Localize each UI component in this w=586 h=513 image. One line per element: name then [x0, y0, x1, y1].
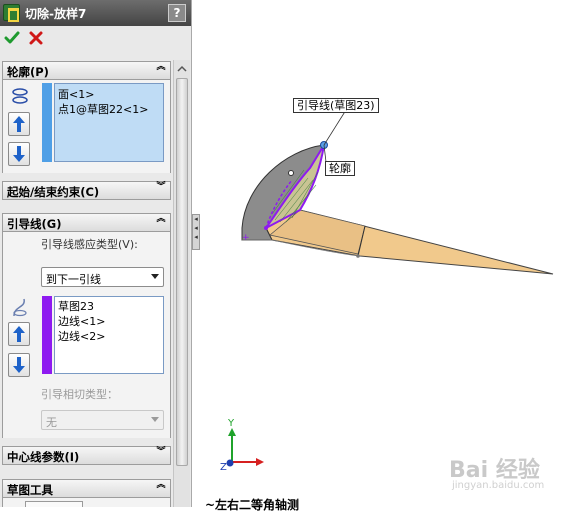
- guide-sense-value: 到下一引线: [46, 273, 101, 286]
- guide-curve-icon: [13, 298, 27, 317]
- arrow-up-icon: [13, 326, 25, 342]
- profile-icon: [12, 88, 28, 104]
- guide-tangency-dropdown[interactable]: 无: [41, 410, 164, 430]
- section-start-end-header[interactable]: 起始/结束约束(C) ︾: [2, 181, 171, 200]
- scrollbar-thumb[interactable]: [176, 78, 188, 466]
- arrow-down-icon: [13, 357, 25, 373]
- profile-color-strip: [42, 83, 52, 162]
- watermark-url: jingyan.baidu.com: [452, 480, 545, 491]
- scroll-up-icon[interactable]: [175, 62, 189, 76]
- move-down-button[interactable]: [8, 353, 30, 377]
- move-up-button[interactable]: [8, 112, 30, 136]
- move-up-button[interactable]: [8, 322, 30, 346]
- section-profile-header[interactable]: 轮廓(P) ︽: [2, 61, 171, 80]
- section-profile-body: 面<1> 点1@草图22<1>: [2, 80, 171, 173]
- list-item[interactable]: 面<1>: [55, 86, 163, 101]
- guide-tangency-value: 无: [46, 416, 57, 429]
- axis-triad: [226, 428, 264, 467]
- chevron-down-icon: ︾: [156, 182, 166, 192]
- section-guides-label: 引导线(G): [7, 217, 62, 231]
- panel-collapse-handle[interactable]: ◂ ◂ ◂: [192, 214, 200, 250]
- view-orientation-label: ~左右二等角轴测: [205, 498, 300, 512]
- triad-y-label: Y: [228, 418, 235, 429]
- section-guides-header[interactable]: 引导线(G) ︽: [2, 213, 171, 232]
- guides-color-strip: [42, 296, 52, 374]
- callout-guide[interactable]: 引导线(草图23): [293, 98, 379, 113]
- scrollbar[interactable]: [173, 60, 190, 507]
- chevron-up-icon: ︽: [156, 480, 166, 490]
- arrow-down-icon: [13, 146, 25, 162]
- arrow-up-icon: [13, 116, 25, 132]
- triad-z-label: Z: [220, 462, 227, 473]
- check-icon: [4, 31, 20, 44]
- callout-profile[interactable]: 轮廓: [325, 161, 355, 176]
- property-manager: 切除-放样7 ? 轮廓(P) ︽ 面<1> 点1@草图22<1> 起始/结束约束…: [0, 0, 192, 507]
- list-item[interactable]: 边线<2>: [55, 328, 163, 343]
- x-icon: [29, 31, 43, 45]
- loft-cut-icon: [3, 4, 20, 22]
- cancel-button[interactable]: [28, 30, 44, 46]
- ok-button[interactable]: [4, 30, 20, 46]
- help-button[interactable]: ?: [168, 4, 186, 22]
- title-bar: 切除-放样7 ?: [0, 0, 191, 26]
- list-item[interactable]: 草图23: [55, 298, 163, 313]
- chevron-up-icon: ︽: [156, 62, 166, 72]
- feature-title: 切除-放样7: [25, 7, 87, 21]
- chevron-down-icon: [151, 417, 159, 422]
- guide-sense-label: 引导线感应类型(V):: [41, 238, 138, 251]
- svg-text:+: +: [242, 233, 250, 243]
- section-centerline-header[interactable]: 中心线参数(I) ︾: [2, 446, 171, 465]
- sketch-tool-button[interactable]: [25, 501, 83, 507]
- guides-list[interactable]: 草图23 边线<1> 边线<2>: [54, 296, 164, 374]
- section-sketch-tools-label: 草图工具: [7, 483, 53, 497]
- model-drawing: +: [226, 109, 554, 467]
- section-profile-label: 轮廓(P): [7, 65, 49, 79]
- list-item[interactable]: 边线<1>: [55, 313, 163, 328]
- guide-sense-dropdown[interactable]: 到下一引线: [41, 267, 164, 287]
- chevron-down-icon: [151, 274, 159, 279]
- section-centerline-label: 中心线参数(I): [7, 450, 80, 464]
- section-guides-body: 引导线感应类型(V): 到下一引线 草图23 边线<1> 边线<2> 引导相切类…: [2, 232, 171, 438]
- list-item[interactable]: 点1@草图22<1>: [55, 101, 163, 116]
- section-sketch-tools-header[interactable]: 草图工具 ︽: [2, 479, 171, 498]
- move-down-button[interactable]: [8, 142, 30, 166]
- section-sketch-tools-body: [2, 498, 171, 507]
- chevron-down-icon: ︾: [156, 447, 166, 457]
- graphics-viewport[interactable]: + 引导线(草图23) 轮廓 Y Z: [200, 0, 586, 507]
- section-start-end-label: 起始/结束约束(C): [7, 185, 100, 199]
- profile-list[interactable]: 面<1> 点1@草图22<1>: [54, 83, 164, 162]
- guide-tangency-label: 引导相切类型：: [41, 388, 118, 401]
- chevron-up-icon: ︽: [156, 214, 166, 224]
